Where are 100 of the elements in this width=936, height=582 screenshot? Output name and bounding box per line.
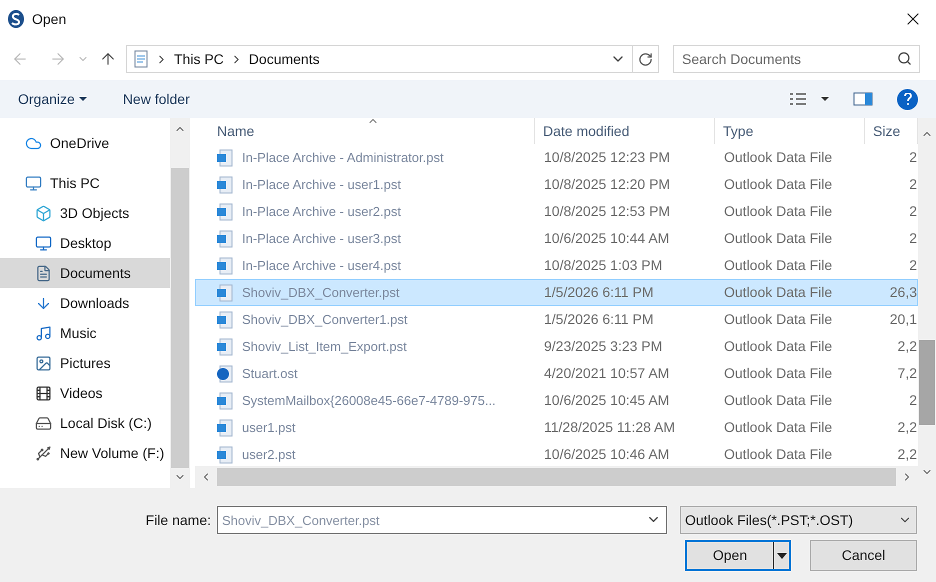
- sidebar-item[interactable]: Local Disk (C:): [0, 408, 170, 438]
- address-bar[interactable]: This PC Documents: [126, 45, 659, 73]
- date-cell-text: 9/23/2025 3:23 PM: [543, 337, 664, 356]
- file-icon: [216, 446, 234, 464]
- type-cell-text: Outlook Data File: [723, 148, 834, 167]
- column-header[interactable]: Name: [195, 118, 535, 144]
- horizontal-scrollbar[interactable]: [195, 466, 918, 488]
- sidebar-item[interactable]: OneDrive: [0, 128, 170, 158]
- size-cell-text: 2,2: [896, 445, 917, 464]
- file-name-label: File name:: [146, 510, 211, 530]
- size-cell-text: 26,3: [888, 283, 917, 302]
- breadcrumb[interactable]: This PC: [174, 48, 224, 70]
- date-cell-text: 10/8/2025 12:20 PM: [543, 175, 672, 194]
- file-icon: [216, 338, 234, 356]
- scroll-thumb[interactable]: [919, 340, 935, 425]
- help-button[interactable]: [897, 88, 918, 110]
- file-name: SystemMailbox{26008e45-66e7-4789-975...: [242, 392, 496, 410]
- file-icon: [216, 284, 234, 302]
- computer-icon: [25, 174, 42, 192]
- file-icon: [216, 310, 234, 328]
- sidebar-item[interactable]: Videos: [0, 378, 170, 408]
- file-name: user1.pst: [242, 418, 296, 437]
- search-icon: [897, 51, 912, 66]
- open-button[interactable]: Open: [685, 540, 791, 571]
- view-options-button[interactable]: [789, 92, 829, 106]
- type-cell-text: Outlook Data File: [723, 445, 834, 464]
- file-row[interactable]: In-Place Archive - user2.pst 10/8/2025 12:53 PM Outlook Data File 2: [195, 198, 918, 225]
- file-row[interactable]: Shoviv_List_Item_Export.pst 9/23/2025 3:23 PM Outlook Data File 2,2: [195, 333, 918, 360]
- file-row[interactable]: SystemMailbox{26008e45-66e7-4789-975... 10/6/2025 10:45 AM Outlook Data File 2: [195, 387, 918, 414]
- file-name: In-Place Archive - Administrator.pst: [242, 148, 444, 167]
- size-cell-text: 2: [908, 202, 917, 221]
- size-cell-text: 20,1: [888, 310, 917, 329]
- caret-icon: [776, 552, 786, 558]
- file-icon: [216, 256, 234, 274]
- type-cell-text: Outlook Data File: [723, 337, 834, 356]
- date-cell-text: 10/8/2025 1:03 PM: [543, 256, 664, 275]
- question-mark-icon: [904, 93, 912, 105]
- file-row[interactable]: Shoviv_DBX_Converter.pst 1/5/2026 6:11 PM Outlook Data File 26,3: [195, 279, 918, 306]
- column-header[interactable]: Type: [715, 118, 865, 144]
- file-icon: [216, 418, 234, 436]
- date-cell-text: 10/8/2025 12:53 PM: [543, 202, 672, 221]
- size-cell-text: 2,2: [896, 418, 917, 437]
- size-cell-text: 2: [908, 229, 917, 248]
- file-row[interactable]: Stuart.ost 4/20/2021 10:57 AM Outlook Data File 7,2: [195, 360, 918, 387]
- column-header[interactable]: Date modified: [535, 118, 715, 144]
- list-view-icon: [789, 92, 807, 106]
- app-logo-icon: [8, 10, 24, 28]
- scrollbar[interactable]: [170, 118, 190, 488]
- vertical-scrollbar[interactable]: [918, 118, 936, 488]
- type-cell-text: Outlook Data File: [723, 418, 834, 437]
- size-cell-text: 2: [908, 391, 917, 410]
- file-icon: [216, 392, 234, 410]
- sidebar-item[interactable]: Desktop: [0, 228, 170, 258]
- size-cell-text: 2,2: [896, 337, 917, 356]
- type-cell-text: Outlook Data File: [723, 175, 834, 194]
- document-icon: [35, 264, 52, 282]
- date-cell-text: 1/5/2026 6:11 PM: [543, 310, 654, 329]
- sidebar-item[interactable]: This PC: [0, 168, 170, 198]
- sidebar-item[interactable]: Music: [0, 318, 170, 348]
- sidebar-item[interactable]: 3D Objects: [0, 198, 170, 228]
- pane-icon: [853, 92, 873, 106]
- type-cell-text: Outlook Data File: [723, 256, 834, 275]
- scroll-thumb[interactable]: [217, 468, 896, 486]
- date-cell-text: 10/6/2025 10:45 AM: [543, 391, 670, 410]
- file-row[interactable]: In-Place Archive - user4.pst 10/8/2025 1:03 PM Outlook Data File 2: [195, 252, 918, 279]
- file-row[interactable]: In-Place Archive - Administrator.pst 10/8/2025 12:23 PM Outlook Data File 2: [195, 144, 918, 171]
- file-name: user2.pst: [242, 446, 296, 464]
- picture-icon: [35, 354, 52, 372]
- size-cell-text: 2: [908, 148, 917, 167]
- file-row[interactable]: In-Place Archive - user3.pst 10/6/2025 10:44 AM Outlook Data File 2: [195, 225, 918, 252]
- sidebar-item[interactable]: Documents: [0, 258, 170, 288]
- file-row[interactable]: user1.pst 11/28/2025 11:28 AM Outlook Data File 2,2: [195, 414, 918, 441]
- file-row[interactable]: In-Place Archive - user1.pst 10/8/2025 12:20 PM Outlook Data File 2: [195, 171, 918, 198]
- file-type-dropdown[interactable]: Outlook Files(*.PST;*.OST): [680, 506, 917, 534]
- file-icon: [216, 364, 234, 382]
- type-cell-text: Outlook Data File: [723, 283, 834, 302]
- type-cell-text: Outlook Data File: [723, 202, 834, 221]
- film-icon: [35, 384, 52, 402]
- organize-menu[interactable]: Organize: [18, 88, 87, 110]
- file-name: Shoviv_DBX_Converter.pst: [242, 284, 400, 302]
- cancel-button[interactable]: Cancel: [810, 540, 917, 571]
- document-icon: [133, 50, 149, 68]
- scroll-thumb[interactable]: [171, 168, 189, 468]
- file-icon: [216, 148, 234, 166]
- file-row[interactable]: Shoviv_DBX_Converter1.pst 1/5/2026 6:11 PM Outlook Data File 20,1: [195, 306, 918, 333]
- file-name: In-Place Archive - user2.pst: [242, 202, 401, 221]
- sidebar-item[interactable]: Pictures: [0, 348, 170, 378]
- file-name: Shoviv_DBX_Converter1.pst: [242, 310, 408, 329]
- date-cell-text: 1/5/2026 6:11 PM: [543, 283, 654, 302]
- new-folder-button[interactable]: New folder: [122, 88, 190, 110]
- preview-pane-button[interactable]: [853, 92, 873, 106]
- search-field[interactable]: Search Documents: [673, 45, 920, 73]
- date-cell-text: 10/6/2025 10:44 AM: [543, 229, 670, 248]
- file-row[interactable]: user2.pst 10/6/2025 10:46 AM Outlook Data File 2,2: [195, 441, 918, 466]
- sidebar-item[interactable]: New Volume (F:): [0, 438, 170, 468]
- music-icon: [35, 324, 52, 342]
- cube-icon: [35, 204, 52, 222]
- type-cell-text: Outlook Data File: [723, 364, 834, 383]
- sidebar-item[interactable]: Downloads: [0, 288, 170, 318]
- breadcrumb[interactable]: Documents: [248, 48, 320, 70]
